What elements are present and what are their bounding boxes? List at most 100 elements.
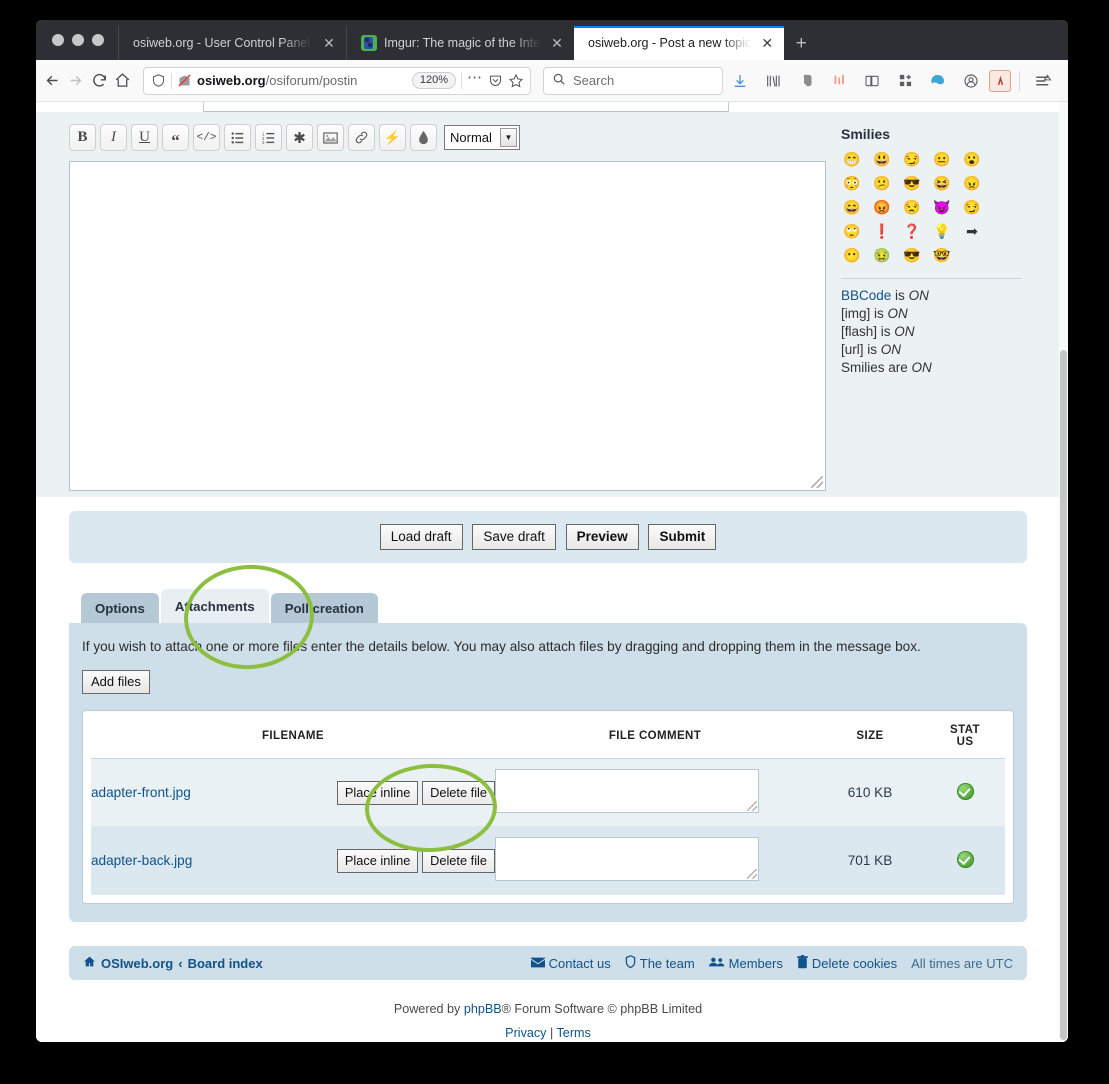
reload-button[interactable] bbox=[89, 66, 110, 96]
save-draft-button[interactable]: Save draft bbox=[472, 524, 556, 550]
smiley-icon[interactable]: 😮 bbox=[961, 148, 983, 170]
zoom-level-badge[interactable]: 120% bbox=[411, 72, 456, 89]
close-icon[interactable]: ✕ bbox=[758, 34, 776, 52]
smiley-icon[interactable]: 😳 bbox=[841, 172, 863, 194]
smiley-icon[interactable]: 💡 bbox=[931, 220, 953, 242]
smiley-icon[interactable]: 😈 bbox=[931, 196, 953, 218]
attachment-filename-link[interactable]: adapter-back.jpg bbox=[91, 853, 192, 868]
sync-icon[interactable] bbox=[923, 66, 953, 96]
smiley-icon[interactable]: 😕 bbox=[871, 172, 893, 194]
bookmark-star-icon[interactable] bbox=[508, 73, 524, 89]
minimize-window-button[interactable] bbox=[72, 34, 84, 46]
footer-link-delete-cookies[interactable]: Delete cookies bbox=[796, 954, 897, 972]
evernote-icon[interactable] bbox=[791, 66, 821, 96]
smiley-icon[interactable]: 😒 bbox=[901, 196, 923, 218]
resize-grip-icon[interactable] bbox=[747, 869, 757, 880]
smiley-icon[interactable]: 😎 bbox=[901, 244, 923, 266]
smiley-icon[interactable]: 😄 bbox=[841, 196, 863, 218]
file-comment-input[interactable] bbox=[495, 837, 759, 882]
smiley-icon[interactable]: 😡 bbox=[871, 196, 893, 218]
menu-icon[interactable] bbox=[1028, 66, 1058, 96]
smiley-icon[interactable]: 😆 bbox=[931, 172, 953, 194]
reader-icon[interactable] bbox=[857, 66, 887, 96]
home-button[interactable] bbox=[112, 66, 133, 96]
smiley-icon[interactable]: 🤢 bbox=[871, 244, 893, 266]
browser-tab-3[interactable]: osiweb.org - Post a new topic ✕ bbox=[574, 26, 785, 60]
quote-button[interactable]: “ bbox=[162, 124, 189, 151]
phpbb-link[interactable]: phpBB bbox=[464, 1002, 502, 1016]
code-button[interactable]: </> bbox=[193, 124, 220, 151]
resize-grip-icon[interactable] bbox=[811, 476, 823, 488]
tab-poll-creation[interactable]: Poll creation bbox=[270, 593, 378, 623]
smiley-icon[interactable]: 😏 bbox=[901, 148, 923, 170]
smiley-icon[interactable]: 😶 bbox=[841, 244, 863, 266]
maximize-window-button[interactable] bbox=[92, 34, 104, 46]
delete-file-button[interactable]: Delete file bbox=[422, 848, 495, 873]
place-inline-button[interactable]: Place inline bbox=[336, 780, 419, 805]
image-button[interactable] bbox=[317, 124, 344, 151]
download-icon[interactable] bbox=[725, 66, 755, 96]
pocket-save-icon[interactable] bbox=[488, 73, 503, 88]
footer-link-label[interactable]: Delete cookies bbox=[812, 956, 897, 971]
apps-icon[interactable] bbox=[890, 66, 920, 96]
smiley-icon[interactable]: ❓ bbox=[901, 220, 923, 242]
pocket-icon[interactable] bbox=[824, 66, 854, 96]
url-bar[interactable]: osiweb.org/osiforum/postin 120% ⋯ bbox=[143, 66, 531, 95]
resize-grip-icon[interactable] bbox=[747, 801, 757, 812]
attachment-filename-link[interactable]: adapter-front.jpg bbox=[91, 785, 191, 800]
footer-link-label[interactable]: The team bbox=[640, 956, 695, 971]
smiley-icon[interactable]: ❗ bbox=[871, 220, 893, 242]
smiley-icon[interactable]: 😐 bbox=[931, 148, 953, 170]
tab-options[interactable]: Options bbox=[81, 593, 159, 623]
italic-button[interactable]: I bbox=[100, 124, 127, 151]
close-icon[interactable]: ✕ bbox=[320, 34, 338, 52]
file-comment-input[interactable] bbox=[495, 769, 759, 814]
message-textarea[interactable] bbox=[69, 161, 826, 491]
shield-icon[interactable] bbox=[151, 73, 166, 88]
page-actions-icon[interactable]: ⋯ bbox=[467, 70, 483, 85]
list-item-button[interactable]: ✱ bbox=[286, 124, 313, 151]
browser-tab-2[interactable]: Imgur: The magic of the Interne ✕ bbox=[346, 26, 574, 60]
adobe-pdf-icon[interactable] bbox=[989, 69, 1011, 92]
preview-button[interactable]: Preview bbox=[565, 524, 639, 550]
font-size-select[interactable]: Normal ▼ bbox=[444, 125, 520, 150]
smiley-icon[interactable]: 😁 bbox=[841, 148, 863, 170]
breadcrumb-board-index-link[interactable]: Board index bbox=[188, 956, 263, 971]
delete-file-button[interactable]: Delete file bbox=[422, 780, 495, 805]
privacy-link[interactable]: Privacy bbox=[505, 1026, 546, 1040]
search-input[interactable]: Search bbox=[543, 66, 723, 95]
back-button[interactable] bbox=[42, 66, 63, 96]
terms-link[interactable]: Terms bbox=[557, 1026, 591, 1040]
smiley-icon[interactable]: 😃 bbox=[871, 148, 893, 170]
forward-button[interactable] bbox=[65, 66, 86, 96]
subject-field-partial[interactable] bbox=[203, 102, 729, 112]
underline-button[interactable]: U bbox=[131, 124, 158, 151]
new-tab-button[interactable]: + bbox=[784, 26, 818, 60]
tab-attachments[interactable]: Attachments bbox=[160, 589, 269, 623]
footer-link-label[interactable]: Members bbox=[729, 956, 783, 971]
close-icon[interactable]: ✕ bbox=[548, 34, 566, 52]
close-window-button[interactable] bbox=[52, 34, 64, 46]
smiley-icon[interactable]: 😠 bbox=[961, 172, 983, 194]
bbcode-link[interactable]: BBCode bbox=[841, 288, 891, 303]
browser-tab-1[interactable]: osiweb.org - User Control Panel - V ✕ bbox=[118, 26, 346, 60]
flash-button[interactable]: ⚡ bbox=[379, 124, 406, 151]
footer-link-label[interactable]: Contact us bbox=[549, 956, 611, 971]
smiley-icon[interactable]: 😎 bbox=[901, 172, 923, 194]
link-button[interactable] bbox=[348, 124, 375, 151]
footer-link-contact-us[interactable]: Contact us bbox=[530, 956, 611, 971]
ordered-list-button[interactable]: 123 bbox=[255, 124, 282, 151]
chevron-down-icon[interactable]: ▼ bbox=[500, 128, 517, 147]
footer-link-the-team[interactable]: The team bbox=[625, 954, 695, 972]
library-icon[interactable] bbox=[758, 66, 788, 96]
load-draft-button[interactable]: Load draft bbox=[379, 524, 463, 550]
font-color-button[interactable] bbox=[410, 124, 437, 151]
breadcrumb-home-link[interactable]: OSIweb.org bbox=[101, 956, 173, 971]
bold-button[interactable]: B bbox=[69, 124, 96, 151]
smiley-icon[interactable]: ➡ bbox=[961, 220, 983, 242]
add-files-button[interactable]: Add files bbox=[82, 670, 150, 695]
footer-link-members[interactable]: Members bbox=[708, 956, 783, 971]
page-scrollbar[interactable] bbox=[1059, 102, 1068, 1042]
url-text[interactable]: osiweb.org/osiforum/postin bbox=[197, 73, 407, 88]
page-scrollbar-thumb[interactable] bbox=[1060, 350, 1067, 1040]
